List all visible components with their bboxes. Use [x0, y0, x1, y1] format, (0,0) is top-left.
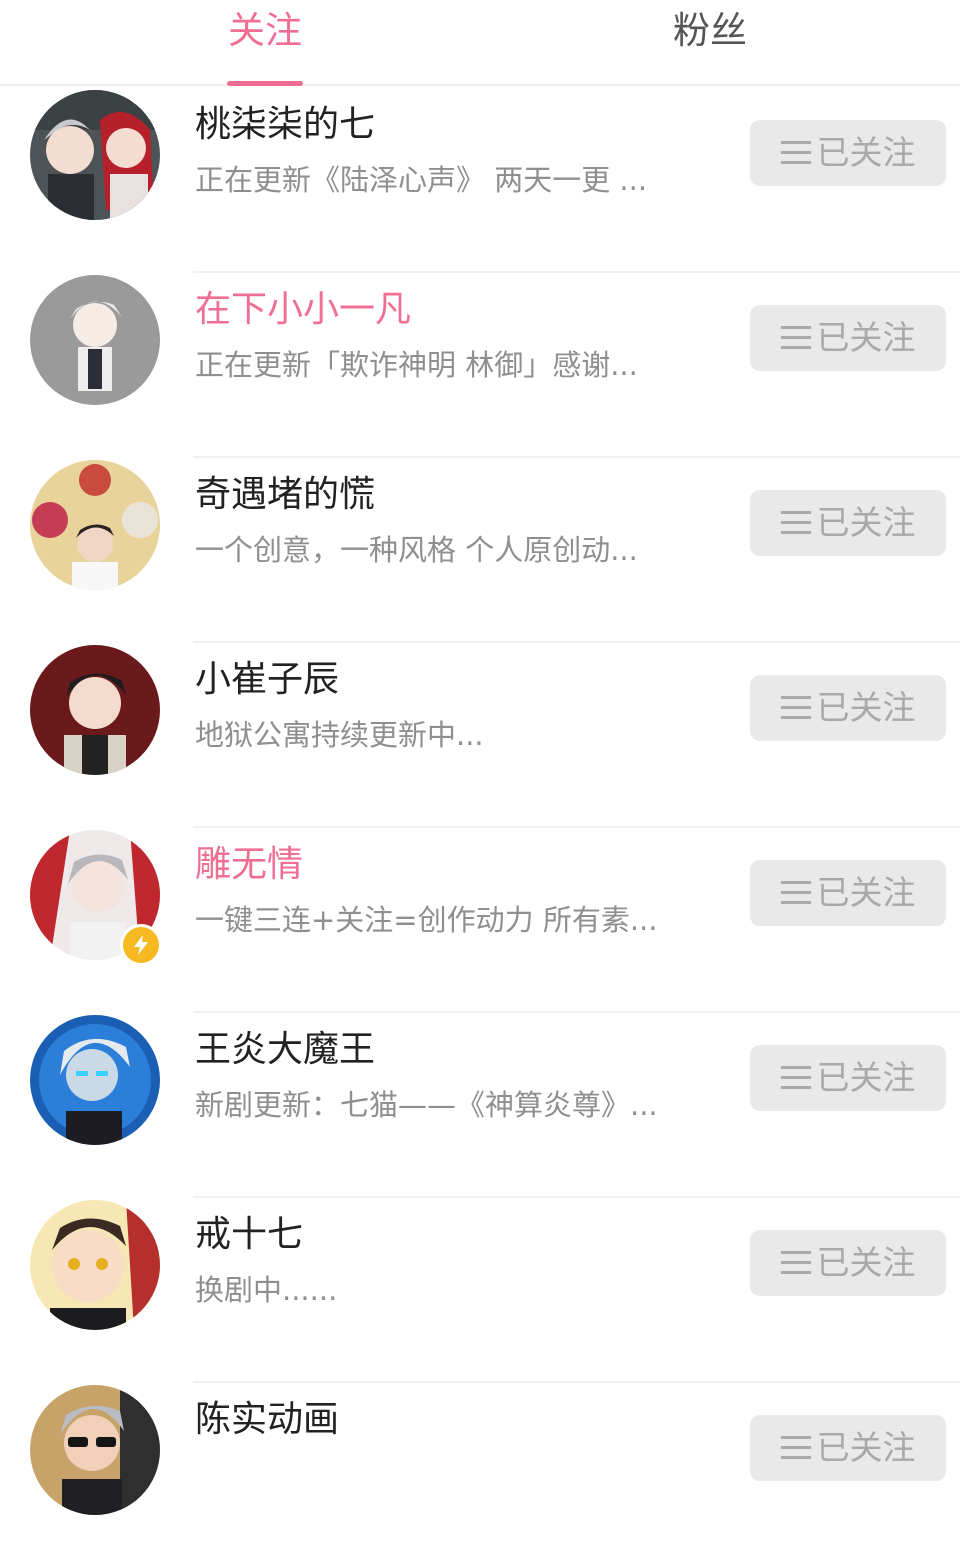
user-desc: 正在更新《陆泽心声》 两天一更 ... [195, 163, 648, 197]
user-name[interactable]: 王炎大魔王 [195, 1025, 375, 1075]
followed-button[interactable]: 已关注 [750, 305, 946, 371]
user-desc: 地狱公寓持续更新中... [195, 718, 484, 752]
user-desc: 新剧更新：七猫——《神算炎尊》... [195, 1088, 658, 1122]
list-item[interactable]: 王炎大魔王 新剧更新：七猫——《神算炎尊》... 已关注 [0, 1013, 960, 1198]
followed-button[interactable]: 已关注 [750, 1045, 946, 1111]
user-desc: 换剧中...... [195, 1273, 338, 1307]
active-tab-indicator [227, 81, 303, 86]
followed-label: 已关注 [816, 318, 916, 357]
avatar[interactable] [30, 460, 160, 590]
list-item[interactable]: 戒十七 换剧中...... 已关注 [0, 1198, 960, 1383]
user-name[interactable]: 小崔子辰 [195, 655, 339, 705]
list-item[interactable]: 桃柒柒的七 正在更新《陆泽心声》 两天一更 ... 已关注 [0, 88, 960, 273]
user-name[interactable]: 在下小小一凡 [195, 285, 411, 335]
list-item[interactable]: 陈实动画 已关注 [0, 1383, 960, 1568]
followed-label: 已关注 [816, 688, 916, 727]
list-item[interactable]: 奇遇堵的慌 一个创意，一种风格 个人原创动... 已关注 [0, 458, 960, 643]
menu-icon [780, 141, 811, 165]
avatar[interactable] [30, 645, 160, 775]
followed-label: 已关注 [816, 133, 916, 172]
followed-label: 已关注 [816, 873, 916, 912]
followed-label: 已关注 [816, 1428, 916, 1467]
menu-icon [780, 326, 811, 350]
menu-icon [780, 1251, 811, 1275]
user-name[interactable]: 陈实动画 [195, 1395, 339, 1445]
followed-button[interactable]: 已关注 [750, 490, 946, 556]
avatar[interactable] [30, 1015, 160, 1145]
user-desc: 一个创意，一种风格 个人原创动... [195, 533, 638, 567]
menu-icon [780, 511, 811, 535]
followed-label: 已关注 [816, 1058, 916, 1097]
followed-button[interactable]: 已关注 [750, 1230, 946, 1296]
menu-icon [780, 1066, 811, 1090]
user-name[interactable]: 雕无情 [195, 840, 303, 890]
tab-fans[interactable]: 粉丝 [640, 6, 780, 56]
user-name[interactable]: 戒十七 [195, 1210, 303, 1260]
avatar[interactable] [30, 1385, 160, 1515]
lightning-badge-icon [120, 924, 162, 966]
user-desc: 一键三连+关注=创作动力 所有素... [195, 903, 658, 937]
user-name[interactable]: 桃柒柒的七 [195, 100, 375, 150]
user-name[interactable]: 奇遇堵的慌 [195, 470, 375, 520]
followed-label: 已关注 [816, 1243, 916, 1282]
tab-following[interactable]: 关注 [195, 6, 335, 56]
followed-button[interactable]: 已关注 [750, 120, 946, 186]
avatar[interactable] [30, 1200, 160, 1330]
followed-button[interactable]: 已关注 [750, 675, 946, 741]
avatar[interactable] [30, 90, 160, 220]
followed-button[interactable]: 已关注 [750, 860, 946, 926]
list-item[interactable]: 雕无情 一键三连+关注=创作动力 所有素... 已关注 [0, 828, 960, 1013]
user-desc: 正在更新「欺诈神明 林御」感谢... [195, 348, 638, 382]
list-item[interactable]: 小崔子辰 地狱公寓持续更新中... 已关注 [0, 643, 960, 828]
followed-button[interactable]: 已关注 [750, 1415, 946, 1481]
followed-label: 已关注 [816, 503, 916, 542]
menu-icon [780, 881, 811, 905]
list-item[interactable]: 在下小小一凡 正在更新「欺诈神明 林御」感谢... 已关注 [0, 273, 960, 458]
tab-bar: 关注 粉丝 [0, 0, 960, 86]
menu-icon [780, 696, 811, 720]
avatar[interactable] [30, 275, 160, 405]
menu-icon [780, 1436, 811, 1460]
